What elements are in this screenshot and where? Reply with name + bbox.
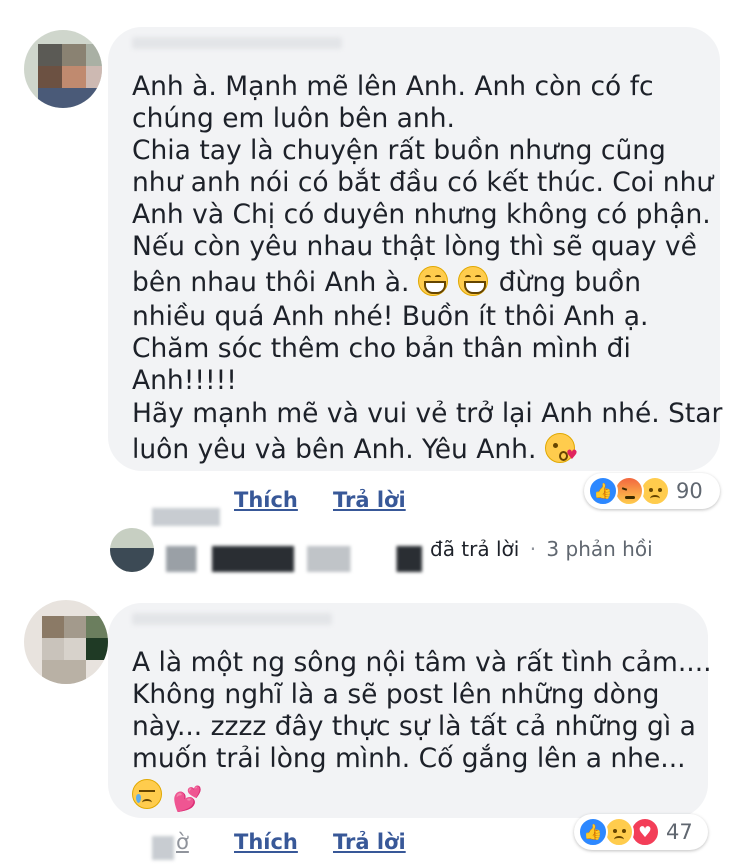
comment-line: Anh!!!!! (132, 365, 237, 396)
like-link[interactable]: Thích (234, 830, 298, 854)
avatar[interactable] (24, 30, 102, 108)
sad-reaction-icon (604, 817, 634, 847)
love-reaction-icon: ♥ (630, 817, 660, 847)
like-reaction-icon: 👍 (588, 476, 618, 506)
comment-line: chúng em luôn bên anh. (132, 103, 455, 134)
face-blowing-kiss-emoji: ♥ (544, 433, 578, 463)
timestamp[interactable] (152, 836, 174, 860)
replier-name[interactable] (166, 546, 422, 572)
comment-line: 💕 (132, 779, 202, 814)
reaction-count: 47 (666, 820, 693, 844)
comment-line: như anh nói có bắt đầu có kết thúc. Coi … (132, 167, 714, 198)
sad-reaction-icon (640, 476, 670, 506)
comment-line-text: đừng buồn (498, 267, 641, 298)
comment-line: nhiều quá Anh nhé! Buồn ít thôi Anh ạ. (132, 301, 649, 332)
grinning-face-emoji (417, 266, 448, 296)
comment-bubble: A là một ng sông nội tâm và rất tình cảm… (108, 603, 712, 818)
reaction-summary[interactable]: 👍 ♥ 47 (574, 814, 708, 850)
comment-line-text: bên nhau thôi Anh à. (132, 267, 410, 298)
two-hearts-emoji: 💕 (172, 785, 203, 813)
avatar[interactable] (24, 600, 108, 684)
reaction-summary[interactable]: 👍 90 (584, 473, 720, 509)
comment-text: Anh à. Mạnh mẽ lên Anh. Anh còn có fc ch… (132, 67, 722, 467)
like-reaction-icon: 👍 (578, 817, 608, 847)
comment-bubble: Anh à. Mạnh mẽ lên Anh. Anh còn có fc ch… (108, 27, 722, 471)
comment-line: này... zzzz đây thực sự là tất cả những … (132, 711, 696, 742)
crying-face-emoji (132, 779, 162, 809)
separator: · (529, 537, 537, 561)
comment-line: A là một ng sông nội tâm và rất tình cảm… (132, 647, 712, 678)
comment-line: Anh và Chị có duyên nhưng không có phận. (132, 199, 711, 230)
comment-line: bên nhau thôi Anh à. đừng buồn (132, 266, 641, 299)
comment-line: Không nghĩ là a sẽ post lên những dòng (132, 679, 660, 710)
comment-text: A là một ng sông nội tâm và rất tình cảm… (132, 645, 712, 815)
comment-line: Chia tay là chuyện rất buồn nhưng cũng (132, 135, 666, 166)
reply-avatar[interactable] (110, 528, 154, 572)
like-link[interactable]: Thích (234, 488, 298, 512)
replied-text: đã trả lời (430, 537, 520, 561)
timestamp-fragment[interactable]: ờ (176, 830, 189, 854)
reply-link[interactable]: Trả lời (333, 488, 406, 512)
grinning-face-emoji (458, 266, 489, 296)
comment-line: luôn yêu và bên Anh. Yêu Anh. ♥ (132, 433, 578, 466)
reply-count: 3 phản hồi (546, 537, 653, 561)
replies-summary[interactable]: đã trả lời · 3 phản hồi (430, 537, 653, 561)
angry-reaction-icon (614, 476, 644, 506)
timestamp[interactable] (152, 508, 220, 526)
comment-line: muốn trải lòng mình. Cố gắng lên a nhe..… (132, 743, 686, 774)
comment-line: Nếu còn yêu nhau thật lòng thì sẽ quay v… (132, 231, 697, 262)
comment-line: Chăm sóc thêm cho bản thân mình đi (132, 333, 631, 364)
comment-line: Anh à. Mạnh mẽ lên Anh. Anh còn có fc (132, 71, 654, 102)
reaction-count: 90 (676, 479, 703, 503)
author-name[interactable] (132, 37, 342, 49)
comment-line-text: luôn yêu và bên Anh. Yêu Anh. (132, 434, 537, 465)
reply-link[interactable]: Trả lời (333, 830, 406, 854)
author-name[interactable] (132, 613, 332, 625)
comment-line: Hãy mạnh mẽ và vui vẻ trở lại Anh nhé. S… (132, 398, 723, 429)
